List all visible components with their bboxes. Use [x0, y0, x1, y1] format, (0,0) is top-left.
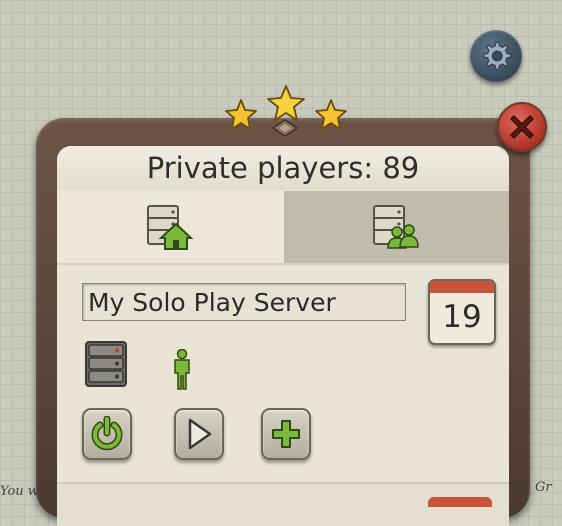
calendar-header: [430, 281, 494, 293]
close-button[interactable]: [497, 102, 547, 152]
star-rating: [220, 84, 352, 144]
server-home-icon: [146, 205, 194, 250]
next-calendar-header: [428, 497, 492, 507]
star-icon: [225, 99, 257, 130]
calendar-day: 19: [442, 299, 482, 335]
tab-my-servers[interactable]: [57, 191, 284, 263]
page-title: Private players: 89: [146, 151, 420, 185]
settings-button[interactable]: [470, 30, 522, 82]
gear-icon: [483, 41, 512, 70]
server-panel: Private players: 89 My Solo Play Server …: [57, 146, 509, 526]
close-icon: [510, 115, 534, 139]
server-group-icon: [372, 205, 419, 249]
plus-icon: [272, 420, 300, 448]
title-bar: Private players: 89: [57, 146, 509, 190]
star-icon: [315, 99, 347, 130]
server-entry: My Solo Play Server 19: [57, 263, 509, 526]
star-rating-icons: [225, 85, 347, 130]
add-button[interactable]: [261, 408, 311, 460]
server-name-field[interactable]: My Solo Play Server: [82, 283, 406, 321]
tab-shared-servers[interactable]: [284, 191, 509, 263]
play-button[interactable]: [174, 408, 224, 460]
background-text-right: Gr: [535, 480, 552, 495]
tab-bar: [57, 191, 509, 263]
play-icon: [188, 418, 212, 450]
power-button[interactable]: [82, 408, 132, 460]
star-icon: [267, 85, 305, 121]
next-server-entry: [57, 482, 509, 526]
background-text-left: You w: [0, 484, 39, 499]
calendar-button[interactable]: 19: [428, 279, 496, 345]
power-icon: [91, 416, 123, 451]
player-person-icon: [174, 349, 190, 390]
server-icon: [85, 341, 127, 387]
